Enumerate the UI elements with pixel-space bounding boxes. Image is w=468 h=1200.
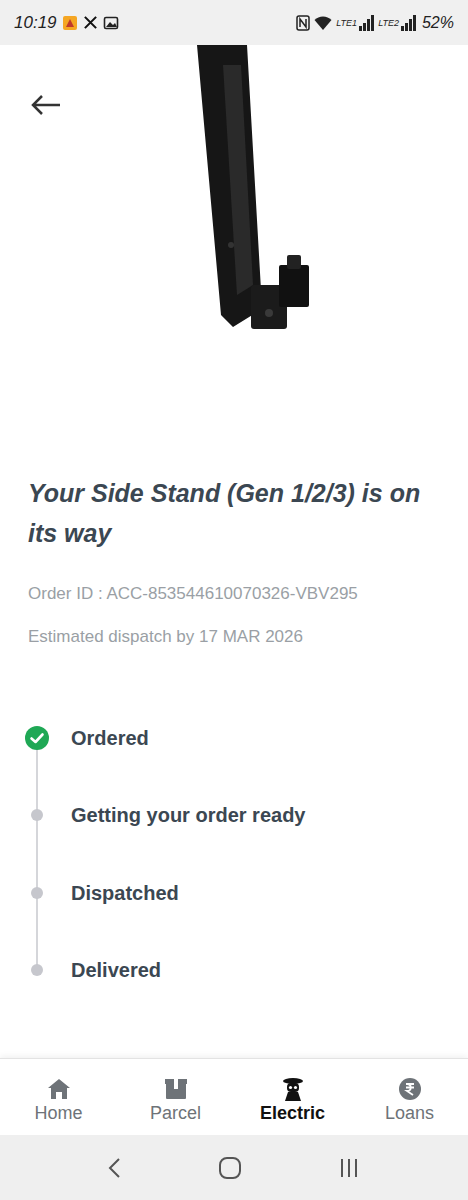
battery-level: 52% [422, 11, 454, 35]
timeline-connector [36, 892, 38, 970]
back-icon[interactable] [107, 1156, 123, 1180]
pending-dot [31, 809, 43, 821]
order-title: Your Side Stand (Gen 1/2/3) is on its wa… [28, 473, 440, 553]
timeline-step: Dispatched [0, 854, 468, 932]
order-page: Your Side Stand (Gen 1/2/3) is on its wa… [0, 45, 468, 1058]
pending-dot [31, 887, 43, 899]
clock: 10:19 [14, 10, 57, 36]
system-nav-bar [0, 1135, 468, 1200]
timeline-connector [36, 815, 38, 893]
screen: 10:19 LTE1LTE2 52% You [0, 0, 468, 1200]
sim-label: LTE1 [336, 18, 357, 28]
order-timeline: Ordered Getting your order ready Dispatche… [0, 699, 468, 1009]
step-status [25, 958, 49, 982]
check-circle-icon [25, 726, 49, 750]
back-arrow-icon[interactable] [30, 94, 62, 116]
wifi-icon [314, 15, 332, 31]
timeline-step: Delivered [0, 932, 468, 1010]
step-label: Dispatched [71, 878, 179, 908]
nav-label[interactable]: Loans [385, 1102, 434, 1124]
product-image [193, 45, 315, 337]
step-status [25, 803, 49, 827]
sim-signal: LTE2 [378, 15, 416, 31]
app-notification-icon [62, 15, 78, 31]
status-bar: 10:19 LTE1 LTE2 52% [0, 0, 468, 45]
step-label: Getting your order ready [71, 800, 306, 830]
home-icon[interactable] [47, 1077, 71, 1101]
nfc-icon [296, 15, 310, 31]
electric-mascot-icon[interactable] [279, 1077, 307, 1101]
nav-item[interactable]: Parcel [117, 1059, 234, 1135]
step-status [25, 881, 49, 905]
sim-label: LTE2 [378, 18, 399, 28]
signal-icon [401, 15, 416, 31]
timeline-step: Ordered [0, 699, 468, 777]
step-status [25, 726, 49, 750]
order-id: Order ID : ACC-853544610070326-VBV295 [28, 582, 440, 606]
nav-item[interactable]: Electric [234, 1059, 351, 1135]
sim-signal: LTE1 [336, 15, 374, 31]
nav-item[interactable]: Home [0, 1059, 117, 1135]
product-hero [0, 45, 468, 473]
pending-dot [31, 964, 43, 976]
bottom-nav: Home Parcel Electric Loans [0, 1058, 468, 1135]
nav-item[interactable]: Loans [351, 1059, 468, 1135]
nav-label[interactable]: Electric [260, 1102, 325, 1124]
step-label: Ordered [71, 723, 149, 753]
rupee-icon[interactable] [398, 1077, 422, 1101]
parcel-icon[interactable] [164, 1077, 188, 1101]
gallery-icon [103, 15, 119, 31]
x-logo-icon [83, 15, 98, 30]
timeline-step: Getting your order ready [0, 777, 468, 855]
signal-icon [359, 15, 374, 31]
order-info: Your Side Stand (Gen 1/2/3) is on its wa… [0, 473, 468, 649]
nav-label[interactable]: Parcel [150, 1102, 201, 1124]
nav-label[interactable]: Home [34, 1102, 82, 1124]
recents-icon[interactable] [337, 1156, 361, 1180]
home-button-icon[interactable] [218, 1156, 242, 1180]
step-label: Delivered [71, 955, 161, 985]
dispatch-estimate: Estimated dispatch by 17 MAR 2026 [28, 625, 440, 649]
